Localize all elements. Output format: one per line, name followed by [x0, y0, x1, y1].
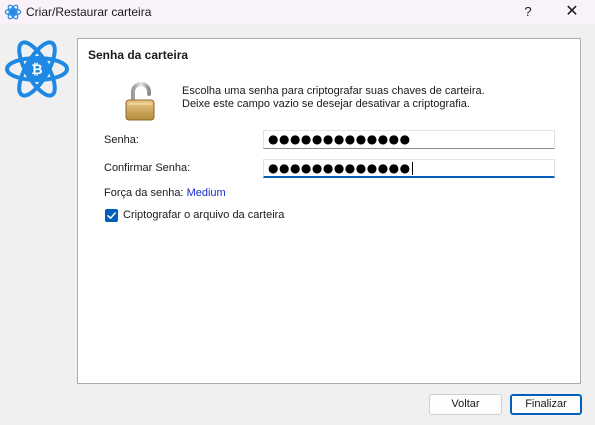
title-bar: Criar/Restaurar carteira ? ✕: [0, 0, 595, 24]
back-button[interactable]: Voltar: [429, 394, 502, 415]
password-panel: Senha da carteira Escolha uma senha para…: [77, 38, 581, 384]
password-strength: Força da senha: Medium: [104, 187, 226, 199]
checkmark-icon: [107, 212, 116, 219]
info-message-line2: Deixe este campo vazio se desejar desati…: [182, 98, 470, 110]
password-value: ●●●●●●●●●●●●●: [268, 132, 411, 146]
confirm-password-label: Confirmar Senha:: [104, 162, 191, 174]
finish-button[interactable]: Finalizar: [510, 394, 582, 415]
info-message-line1: Escolha uma senha para criptografar suas…: [182, 85, 485, 97]
close-button[interactable]: ✕: [552, 0, 592, 24]
encrypt-checkbox-label[interactable]: Criptografar o arquivo da carteira: [123, 209, 284, 221]
lock-open-icon: [125, 82, 155, 121]
panel-title: Senha da carteira: [88, 48, 189, 62]
help-button[interactable]: ?: [508, 0, 548, 24]
password-label: Senha:: [104, 134, 139, 146]
strength-value: Medium: [186, 187, 226, 199]
svg-text:₿: ₿: [31, 62, 42, 78]
electrum-icon: [4, 4, 22, 20]
encrypt-checkbox[interactable]: [105, 209, 118, 222]
strength-label: Força da senha:: [104, 187, 184, 199]
confirm-password-field[interactable]: ●●●●●●●●●●●●●: [263, 159, 555, 178]
password-field[interactable]: ●●●●●●●●●●●●●: [263, 130, 555, 149]
electrum-bitcoin-logo: ₿: [5, 40, 69, 98]
text-caret: [411, 162, 413, 175]
confirm-password-value: ●●●●●●●●●●●●●: [268, 161, 411, 175]
window-title: Criar/Restaurar carteira: [26, 5, 152, 19]
